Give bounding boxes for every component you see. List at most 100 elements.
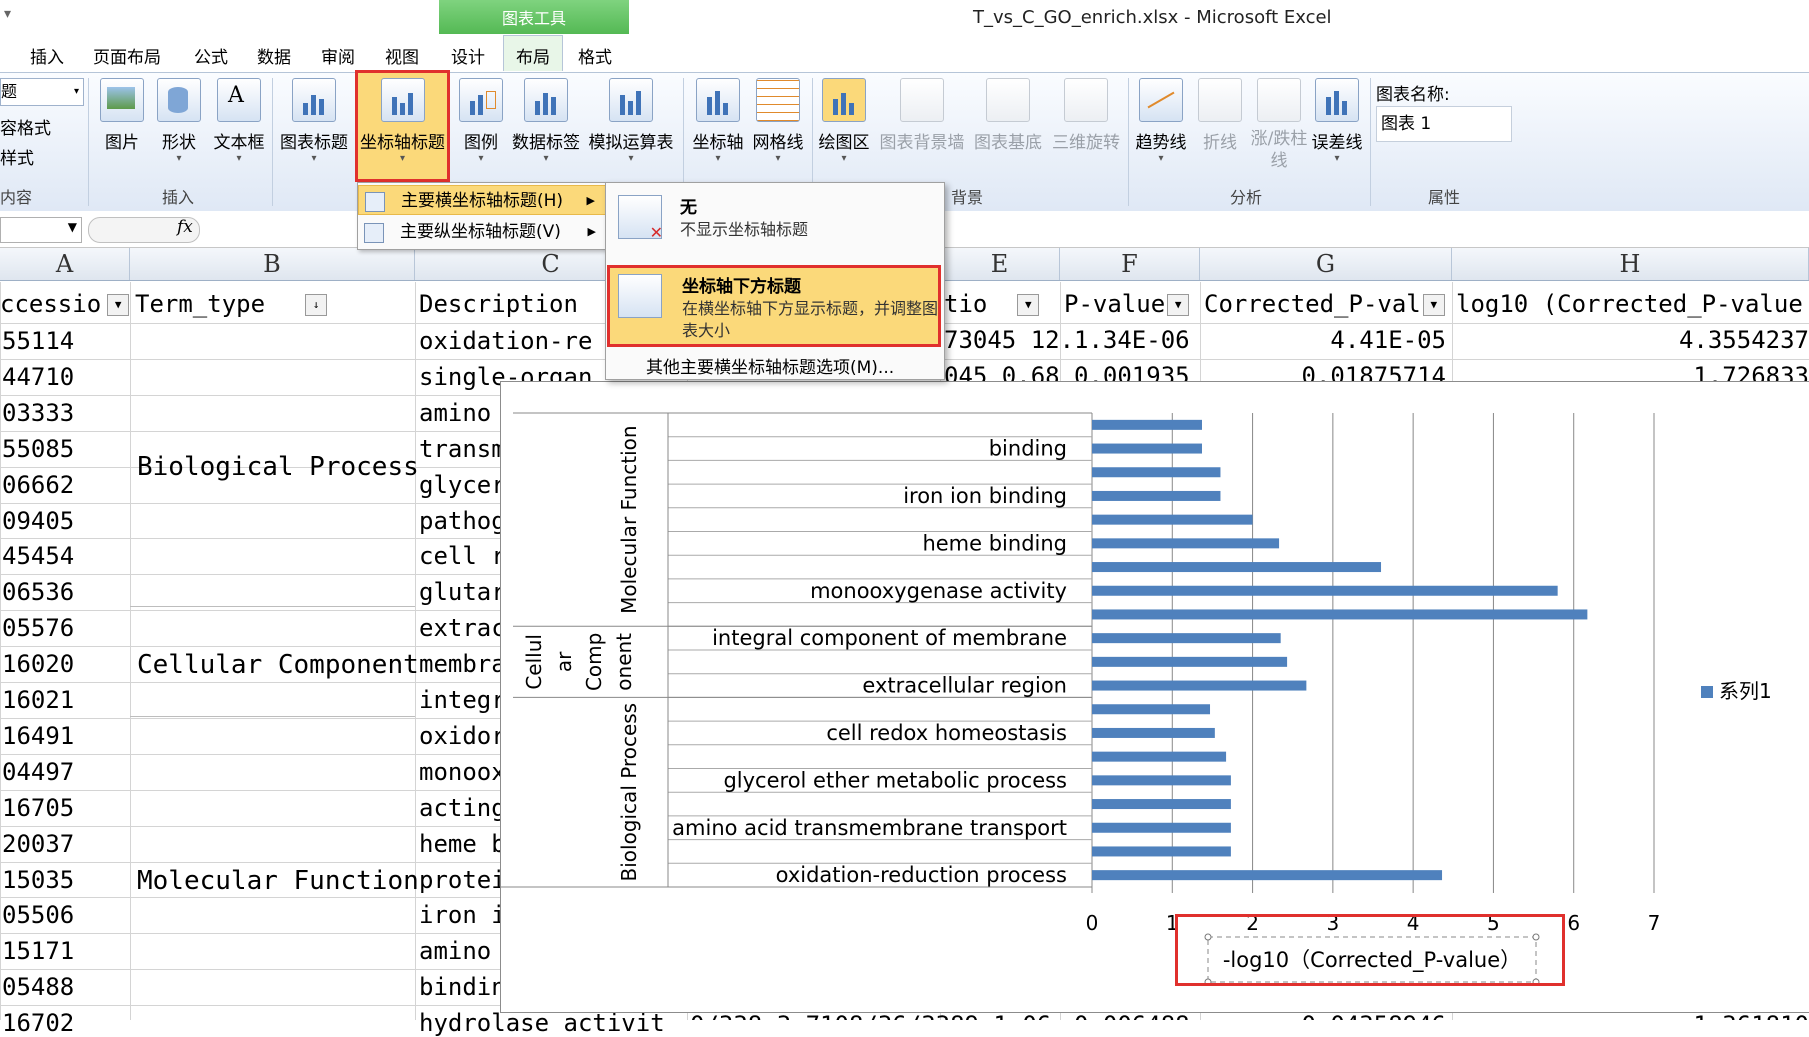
data-labels-button[interactable]: 数据标签 ▾ — [510, 78, 582, 164]
gridlines-button[interactable]: 网格线 ▾ — [750, 78, 806, 164]
cell-e-row1[interactable]: 73045 12. — [944, 326, 1074, 354]
cell-f-row1[interactable]: 1.34E-06 — [1074, 326, 1190, 354]
name-box[interactable]: ▼ — [0, 217, 82, 243]
cell-a[interactable]: 16702 — [2, 1009, 74, 1037]
column-header-a[interactable]: A — [0, 248, 130, 280]
cell-a[interactable]: 20037 — [2, 830, 74, 858]
trendline-button[interactable]: 趋势线 ▾ — [1132, 78, 1190, 164]
column-header-b[interactable]: B — [130, 248, 415, 280]
tab-view[interactable]: 视图 — [385, 43, 419, 68]
cell-a[interactable]: 16021 — [2, 686, 74, 714]
quick-access-dropdown-icon[interactable]: ▾ — [4, 6, 11, 22]
cell-a[interactable]: 05576 — [2, 614, 74, 642]
function-icon[interactable]: fx — [177, 217, 193, 237]
cell-g-row1[interactable]: 4.41E-05 — [1260, 326, 1446, 354]
tab-design[interactable]: 设计 — [451, 43, 485, 68]
cell-a[interactable]: 05488 — [2, 973, 74, 1001]
column-header-e[interactable]: E — [940, 248, 1060, 280]
tab-formulas[interactable]: 公式 — [194, 43, 228, 68]
tab-data[interactable]: 数据 — [257, 43, 291, 68]
chart-area[interactable]: 0 1 2 3 4 5 6 7 oxidation-reduction process amino… — [496, 381, 1809, 1013]
tab-layout[interactable]: 布局 — [503, 35, 563, 71]
header-cell-g[interactable]: Corrected_P-val ▼ — [1204, 290, 1445, 318]
group-molecular-function[interactable]: Molecular Function — [137, 866, 419, 896]
cell-h-row1[interactable]: 4.3554237 — [1460, 326, 1809, 354]
cell-a[interactable]: 55085 — [2, 435, 74, 463]
cell-a[interactable]: 06662 — [2, 471, 74, 499]
cell-a[interactable]: 16491 — [2, 722, 74, 750]
cell-a[interactable]: 16020 — [2, 650, 74, 678]
text-box-button[interactable]: A 文本框 ▾ — [211, 78, 267, 164]
bar — [1092, 775, 1231, 786]
group-label-insert: 插入 — [162, 188, 195, 207]
category-label: cell redox homeostasis — [826, 721, 1067, 745]
filter-dropdown-icon[interactable]: ▼ — [1017, 294, 1040, 316]
bar — [1092, 443, 1202, 454]
chevron-down-icon: ▾ — [715, 153, 721, 164]
bar — [1092, 633, 1281, 644]
cell-a[interactable]: 04497 — [2, 758, 74, 786]
cell-a[interactable]: 44710 — [2, 363, 74, 391]
filter-dropdown-icon[interactable]: ▼ — [107, 294, 130, 316]
option-none[interactable]: ✕ 无 不显示坐标轴标题 — [608, 185, 940, 255]
sort-filter-icon[interactable]: ↓ — [305, 294, 328, 316]
shapes-button[interactable]: 形状 ▾ — [154, 78, 204, 164]
cell-a[interactable]: 05506 — [2, 901, 74, 929]
group-separator-line — [130, 716, 415, 717]
cell-h-row2[interactable]: 1.726833 — [1460, 362, 1809, 381]
cell-a[interactable]: 15171 — [2, 937, 74, 965]
chart-title-icon — [292, 78, 336, 122]
cell-g-row2[interactable]: 0.01875714 — [1260, 362, 1447, 381]
header-cell-e[interactable]: tio ▼ — [944, 290, 1040, 318]
trendline-label: 趋势线 — [1135, 133, 1187, 153]
window-title: T_vs_C_GO_enrich.xlsx - Microsoft Excel — [973, 7, 1332, 28]
more-axis-title-options[interactable]: 其他主要横坐标轴标题选项(M)... — [646, 353, 894, 378]
cell-a[interactable]: 09405 — [2, 507, 74, 535]
cell-f-row2[interactable]: 0.001935 — [1074, 362, 1190, 381]
header-cell-c[interactable]: Description — [419, 290, 578, 318]
chart-name-input[interactable]: 图表 1 — [1376, 106, 1512, 142]
filter-dropdown-icon[interactable]: ▼ — [1167, 294, 1190, 316]
axes-button[interactable]: 坐标轴 ▾ — [690, 78, 746, 164]
header-cell-h[interactable]: log10 (Corrected_P-value — [1456, 290, 1809, 318]
header-cell-f[interactable]: P-value ▼ — [1064, 290, 1190, 318]
menu-item-primary-vertical-axis-title[interactable]: 主要纵坐标轴标题(V) ▶ — [358, 217, 606, 247]
error-bars-button[interactable]: 误差线 ▾ — [1308, 78, 1366, 164]
group-cellular-component[interactable]: Cellular Component — [137, 650, 419, 680]
chart-title-button[interactable]: 图表标题 ▾ — [278, 78, 350, 164]
cell-a[interactable]: 55114 — [2, 327, 74, 355]
chart-floor-label: 图表基底 — [974, 133, 1042, 153]
data-table-button[interactable]: 模拟运算表 ▾ — [586, 78, 676, 164]
reset-style-button[interactable]: 样式 — [0, 144, 34, 169]
tab-format[interactable]: 格式 — [578, 43, 612, 68]
option-title-below-axis[interactable]: 坐标轴下方标题 在横坐标轴下方显示标题，并调整图表大小 — [607, 265, 941, 347]
cell-a[interactable]: 16705 — [2, 794, 74, 822]
axis-titles-button[interactable]: 坐标轴标题 ▾ — [355, 78, 450, 164]
tab-page-layout[interactable]: 页面布局 — [93, 43, 161, 68]
group-separator — [272, 78, 273, 206]
legend-button[interactable]: 图例 ▾ — [456, 78, 506, 164]
picture-button[interactable]: 图片 — [97, 78, 147, 153]
cell-e-row2[interactable]: 045 0.68 — [944, 362, 1060, 381]
header-cell-a[interactable]: ccessio ▼ — [0, 290, 130, 318]
text-box-icon: A — [217, 78, 261, 122]
filter-dropdown-icon[interactable]: ▼ — [1422, 294, 1445, 316]
group-biological-process[interactable]: Biological Process — [137, 452, 419, 482]
column-header-f[interactable]: F — [1060, 248, 1200, 280]
cell-a[interactable]: 06536 — [2, 578, 74, 606]
group-label: Molecular Function — [617, 425, 641, 614]
current-selection-dropdown[interactable]: 题 ▾ — [0, 78, 84, 106]
menu-item-primary-horizontal-axis-title[interactable]: 主要横坐标轴标题(H) ▶ — [358, 185, 606, 215]
cell-a[interactable]: 45454 — [2, 542, 74, 570]
cell-a[interactable]: 15035 — [2, 866, 74, 894]
tab-review[interactable]: 审阅 — [321, 43, 355, 68]
x-tick-label: 7 — [1648, 911, 1661, 935]
format-selection-button[interactable]: 容格式 — [0, 114, 51, 139]
column-header-h[interactable]: H — [1452, 248, 1809, 280]
header-cell-b[interactable]: Term_type ↓ — [135, 290, 328, 318]
plot-area-button[interactable]: 绘图区 ▾ — [816, 78, 872, 164]
column-header-g[interactable]: G — [1200, 248, 1452, 280]
title-below-axis-icon — [618, 274, 662, 318]
tab-insert[interactable]: 插入 — [30, 43, 64, 68]
cell-a[interactable]: 03333 — [2, 399, 74, 427]
